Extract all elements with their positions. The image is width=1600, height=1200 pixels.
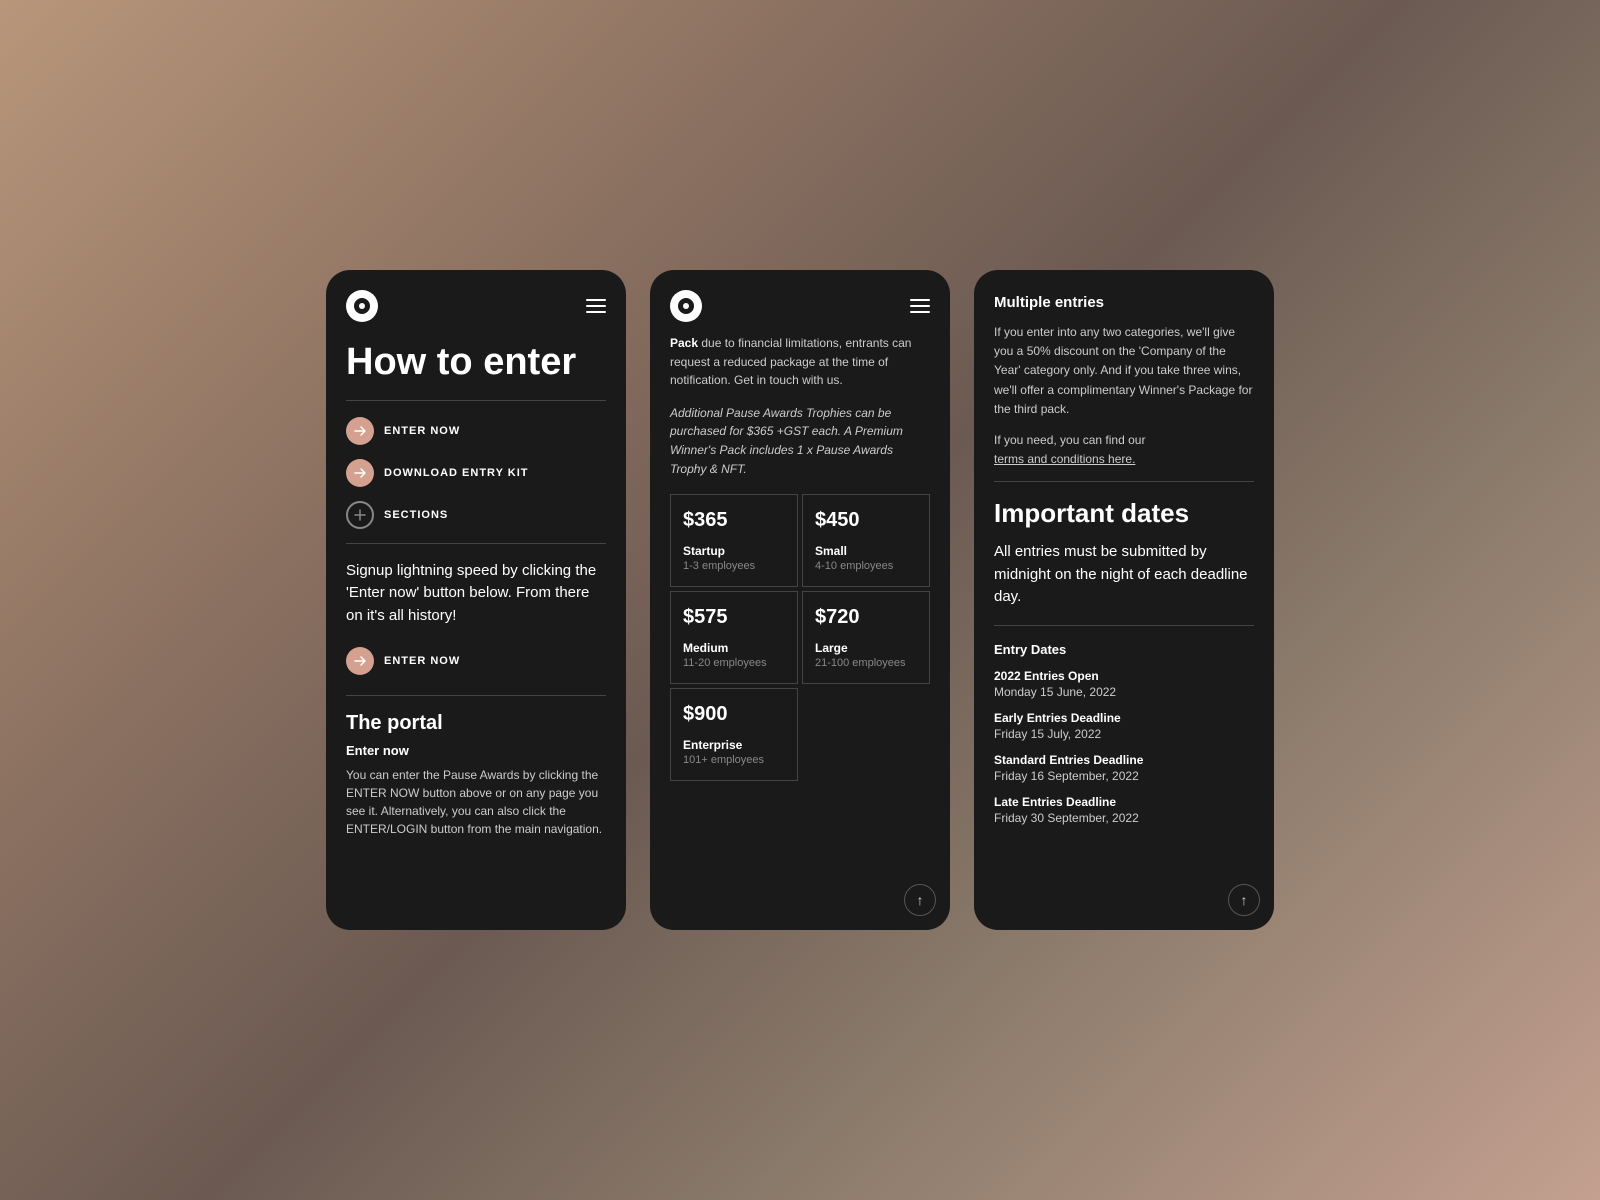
multiple-entries-body: If you enter into any two categories, we… — [994, 323, 1254, 419]
plus-icon-1 — [346, 501, 374, 529]
logo-inner-2 — [678, 298, 694, 314]
portal-description: You can enter the Pause Awards by clicki… — [346, 766, 606, 838]
phone-2: Pack due to financial limitations, entra… — [650, 270, 950, 930]
portal-section-title: The portal — [346, 712, 606, 735]
hamburger-menu-1[interactable] — [586, 299, 606, 313]
price-startup-amount: $365 — [683, 509, 785, 532]
bottom-spacer — [994, 837, 1254, 877]
price-large-amount: $720 — [815, 606, 917, 629]
phone-2-header — [650, 270, 950, 334]
price-medium-employees: 11-20 employees — [683, 657, 785, 669]
enter-now-btn-label: ENTER NOW — [384, 655, 460, 667]
phone-1-header — [326, 270, 626, 334]
date-date-2: Friday 16 September, 2022 — [994, 769, 1254, 783]
price-enterprise-employees: 101+ employees — [683, 754, 785, 766]
tc-prefix: If you need, you can find our — [994, 433, 1145, 447]
price-enterprise-tier: Enterprise — [683, 738, 785, 752]
enter-now-sub-label: Enter now — [346, 743, 606, 758]
price-card-startup[interactable]: $365 Startup 1-3 employees — [670, 494, 798, 587]
sections-nav[interactable]: SECTIONS — [346, 501, 606, 529]
price-card-large[interactable]: $720 Large 21-100 employees — [802, 591, 930, 684]
download-kit-nav[interactable]: DOWNLOAD ENTRY KIT — [346, 459, 606, 487]
divider-phone3-2 — [994, 625, 1254, 626]
download-kit-label: DOWNLOAD ENTRY KIT — [384, 467, 529, 479]
multiple-entries-title: Multiple entries — [994, 294, 1254, 311]
price-card-small[interactable]: $450 Small 4-10 employees — [802, 494, 930, 587]
pricing-grid-row1: $365 Startup 1-3 employees $450 Small 4-… — [670, 494, 930, 587]
date-title-0: 2022 Entries Open — [994, 669, 1254, 683]
date-title-3: Late Entries Deadline — [994, 795, 1254, 809]
date-item-2: Standard Entries Deadline Friday 16 Sept… — [994, 753, 1254, 783]
scroll-up-icon-3: ↑ — [1241, 892, 1248, 908]
pricing-grid-row3: $900 Enterprise 101+ employees — [670, 688, 930, 781]
signup-body-text: Signup lightning speed by clicking the '… — [346, 560, 606, 628]
phones-container: How to enter ENTER NOW DOWNLOAD ENTRY KI… — [326, 270, 1274, 930]
price-enterprise-amount: $900 — [683, 703, 785, 726]
price-small-amount: $450 — [815, 509, 917, 532]
date-title-2: Standard Entries Deadline — [994, 753, 1254, 767]
price-small-employees: 4-10 employees — [815, 560, 917, 572]
date-item-1: Early Entries Deadline Friday 15 July, 2… — [994, 711, 1254, 741]
logo-1[interactable] — [346, 290, 378, 322]
tc-text: If you need, you can find our terms and … — [994, 431, 1254, 469]
arrow-icon-3 — [346, 647, 374, 675]
enter-now-nav[interactable]: ENTER NOW — [346, 417, 606, 445]
price-large-employees: 21-100 employees — [815, 657, 917, 669]
scroll-up-button-3[interactable]: ↑ — [1228, 884, 1260, 916]
price-small-tier: Small — [815, 544, 917, 558]
pricing-grid-row2: $575 Medium 11-20 employees $720 Large 2… — [670, 591, 930, 684]
scroll-up-icon-2: ↑ — [917, 892, 924, 908]
pack-body: due to financial limitations, entrants c… — [670, 336, 911, 387]
important-dates-body: All entries must be submitted by midnigh… — [994, 541, 1254, 609]
phone-2-content: Pack due to financial limitations, entra… — [650, 334, 950, 930]
price-startup-tier: Startup — [683, 544, 785, 558]
important-dates-title: Important dates — [994, 498, 1254, 529]
enter-now-button-1[interactable]: ENTER NOW — [346, 647, 606, 675]
phone-3-content: Multiple entries If you enter into any t… — [974, 270, 1274, 930]
price-card-enterprise[interactable]: $900 Enterprise 101+ employees — [670, 688, 798, 781]
phone-1: How to enter ENTER NOW DOWNLOAD ENTRY KI… — [326, 270, 626, 930]
date-item-0: 2022 Entries Open Monday 15 June, 2022 — [994, 669, 1254, 699]
scroll-up-button-2[interactable]: ↑ — [904, 884, 936, 916]
pack-intro-text: Pack due to financial limitations, entra… — [670, 334, 930, 390]
pack-bold: Pack — [670, 336, 698, 350]
price-startup-employees: 1-3 employees — [683, 560, 785, 572]
price-card-medium[interactable]: $575 Medium 11-20 employees — [670, 591, 798, 684]
phone-3: Multiple entries If you enter into any t… — [974, 270, 1274, 930]
price-medium-tier: Medium — [683, 641, 785, 655]
hamburger-menu-2[interactable] — [910, 299, 930, 313]
page-title: How to enter — [346, 342, 606, 384]
price-large-tier: Large — [815, 641, 917, 655]
price-medium-amount: $575 — [683, 606, 785, 629]
italic-trophies-text: Additional Pause Awards Trophies can be … — [670, 404, 930, 478]
date-date-1: Friday 15 July, 2022 — [994, 727, 1254, 741]
arrow-icon-2 — [346, 459, 374, 487]
arrow-icon-1 — [346, 417, 374, 445]
logo-inner-1 — [354, 298, 370, 314]
tc-link[interactable]: terms and conditions here. — [994, 452, 1135, 466]
phone-1-content: How to enter ENTER NOW DOWNLOAD ENTRY KI… — [326, 334, 626, 930]
enter-now-label: ENTER NOW — [384, 425, 460, 437]
logo-2[interactable] — [670, 290, 702, 322]
date-item-3: Late Entries Deadline Friday 30 Septembe… — [994, 795, 1254, 825]
date-title-1: Early Entries Deadline — [994, 711, 1254, 725]
divider-phone3 — [994, 481, 1254, 482]
divider-2 — [346, 543, 606, 544]
date-date-0: Monday 15 June, 2022 — [994, 685, 1254, 699]
divider-1 — [346, 400, 606, 401]
divider-3 — [346, 695, 606, 696]
sections-label: SECTIONS — [384, 509, 448, 521]
entry-dates-label: Entry Dates — [994, 642, 1254, 657]
date-date-3: Friday 30 September, 2022 — [994, 811, 1254, 825]
